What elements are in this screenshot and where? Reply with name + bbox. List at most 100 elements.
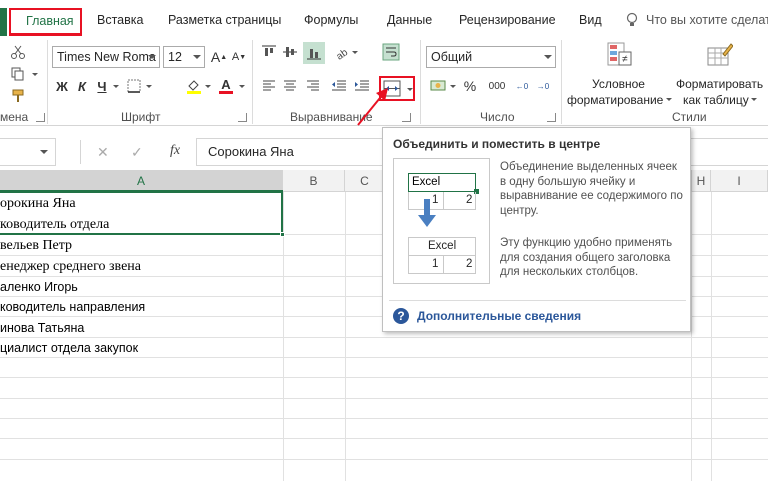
- alignment-launcher-icon[interactable]: [402, 113, 411, 122]
- tab-formulas[interactable]: Формулы: [304, 13, 358, 27]
- cell-a4[interactable]: енеджер среднего звена: [0, 259, 141, 275]
- clipboard-launcher-icon[interactable]: [36, 113, 45, 122]
- percent-button[interactable]: %: [460, 76, 480, 96]
- tab-home[interactable]: Главная: [9, 8, 82, 36]
- align-left-icon[interactable]: [259, 76, 279, 96]
- illus-top-text: Excel: [412, 176, 441, 188]
- copy-icon[interactable]: [8, 64, 28, 84]
- fill-color-icon[interactable]: [184, 76, 204, 96]
- accounting-dropdown[interactable]: [450, 85, 456, 88]
- underline-button[interactable]: Ч: [92, 76, 112, 96]
- orientation-icon[interactable]: ab: [332, 42, 352, 62]
- tab-review[interactable]: Рецензирование: [459, 13, 556, 27]
- tooltip-description-2: Эту функцию удобно применять для создани…: [500, 237, 673, 278]
- bold-button[interactable]: Ж: [52, 76, 72, 96]
- decrease-decimal-icon[interactable]: →0: [533, 76, 553, 96]
- illus-selected-cell: Excel: [408, 173, 476, 192]
- decrease-indent-icon[interactable]: [329, 76, 349, 96]
- conditional-format-dropdown[interactable]: [666, 98, 672, 101]
- cell-a7[interactable]: инова Татьяна: [0, 321, 84, 335]
- more-info-link[interactable]: Дополнительные сведения: [417, 309, 581, 323]
- fill-color-dropdown[interactable]: [205, 85, 211, 88]
- number-format-value: Общий: [431, 50, 473, 64]
- font-size-box[interactable]: 12: [163, 46, 205, 68]
- cell-a2[interactable]: ководитель отдела: [0, 217, 109, 233]
- tab-page-layout[interactable]: Разметка страницы: [168, 13, 281, 27]
- number-group-label: Число: [480, 110, 515, 124]
- font-launcher-icon[interactable]: [238, 113, 247, 122]
- italic-button[interactable]: К: [72, 76, 92, 96]
- cell-a8[interactable]: циалист отдела закупок: [0, 341, 138, 355]
- row-line: [0, 357, 768, 358]
- number-format-box[interactable]: Общий: [426, 46, 556, 68]
- tab-view[interactable]: Вид: [579, 13, 602, 27]
- accounting-icon[interactable]: [428, 76, 448, 96]
- column-line: [345, 192, 346, 481]
- fill-handle[interactable]: [280, 232, 285, 237]
- format-as-table-dropdown[interactable]: [751, 98, 757, 101]
- row-line: [0, 377, 768, 378]
- font-color-dropdown[interactable]: [239, 85, 245, 88]
- merge-center-dropdown[interactable]: [407, 88, 413, 91]
- shrink-font-icon[interactable]: A ▼: [229, 47, 249, 67]
- cell-a1[interactable]: орокина Яна: [0, 196, 76, 212]
- cancel-icon[interactable]: ✕: [97, 144, 109, 161]
- down-arrow-icon: [418, 199, 436, 227]
- conditional-format-icon[interactable]: ≠: [607, 42, 633, 71]
- illus-divider: [443, 256, 444, 273]
- copy-dropdown[interactable]: [32, 73, 38, 76]
- align-right-icon[interactable]: [303, 76, 323, 96]
- orientation-dropdown[interactable]: [352, 51, 358, 54]
- cell-a5[interactable]: аленко Игорь: [0, 280, 78, 294]
- group-separator: [252, 40, 253, 124]
- column-header-h[interactable]: H: [691, 170, 711, 192]
- font-name-dropdown[interactable]: [148, 55, 156, 59]
- tab-file-edge[interactable]: [0, 8, 7, 36]
- tell-me-input[interactable]: Что вы хотите сделать: [646, 13, 768, 27]
- name-box-dropdown[interactable]: [40, 150, 48, 154]
- help-icon[interactable]: ?: [393, 308, 409, 324]
- number-format-dropdown[interactable]: [544, 55, 552, 59]
- grow-font-icon[interactable]: A ▲: [209, 47, 229, 67]
- svg-text:≠: ≠: [622, 54, 628, 65]
- align-middle-icon[interactable]: [280, 42, 300, 62]
- borders-icon[interactable]: [124, 76, 144, 96]
- illus-bottom-row: 1 2: [408, 256, 476, 274]
- tooltip-description-1: Объединение выделенных ячеек в одну боль…: [500, 161, 683, 217]
- column-header-b[interactable]: B: [283, 170, 345, 192]
- column-header-i[interactable]: I: [711, 170, 768, 192]
- column-line: [711, 192, 712, 481]
- increase-decimal-icon[interactable]: ←0: [512, 76, 532, 96]
- cell-a3[interactable]: вельев Петр: [0, 238, 72, 254]
- row-line: [0, 337, 768, 338]
- cut-icon[interactable]: [8, 42, 28, 62]
- font-size-dropdown[interactable]: [193, 55, 201, 59]
- insert-function-icon[interactable]: fx: [170, 143, 180, 159]
- borders-dropdown[interactable]: [146, 85, 152, 88]
- font-name-box[interactable]: Times New Roma: [52, 46, 160, 68]
- conditional-format-label-2[interactable]: форматирование: [567, 93, 663, 107]
- align-bottom-icon[interactable]: [303, 42, 325, 64]
- tooltip-separator: [389, 300, 686, 301]
- tab-insert[interactable]: Вставка: [97, 13, 143, 27]
- tab-data[interactable]: Данные: [387, 13, 432, 27]
- enter-icon[interactable]: ✓: [131, 144, 143, 161]
- column-header-a[interactable]: A: [0, 170, 283, 192]
- conditional-format-label-1[interactable]: Условное: [592, 77, 645, 91]
- underline-dropdown[interactable]: [113, 85, 119, 88]
- number-launcher-icon[interactable]: [547, 113, 556, 122]
- align-top-icon[interactable]: [259, 42, 279, 62]
- format-as-table-label-2[interactable]: как таблицу: [683, 93, 749, 107]
- format-as-table-icon[interactable]: [707, 42, 734, 71]
- align-center-icon[interactable]: [280, 76, 300, 96]
- cell-a6[interactable]: ководитель направления: [0, 300, 145, 314]
- format-as-table-label-1[interactable]: Форматировать: [676, 77, 763, 91]
- styles-group-label: Стили: [672, 110, 707, 124]
- formula-value: Сорокина Яна: [208, 144, 294, 159]
- thousands-button[interactable]: 000: [484, 76, 510, 96]
- font-color-letter: А: [221, 76, 231, 92]
- format-painter-icon[interactable]: [8, 86, 28, 106]
- row-line: [0, 398, 768, 399]
- wrap-text-icon[interactable]: [381, 42, 401, 62]
- column-header-c[interactable]: C: [345, 170, 385, 192]
